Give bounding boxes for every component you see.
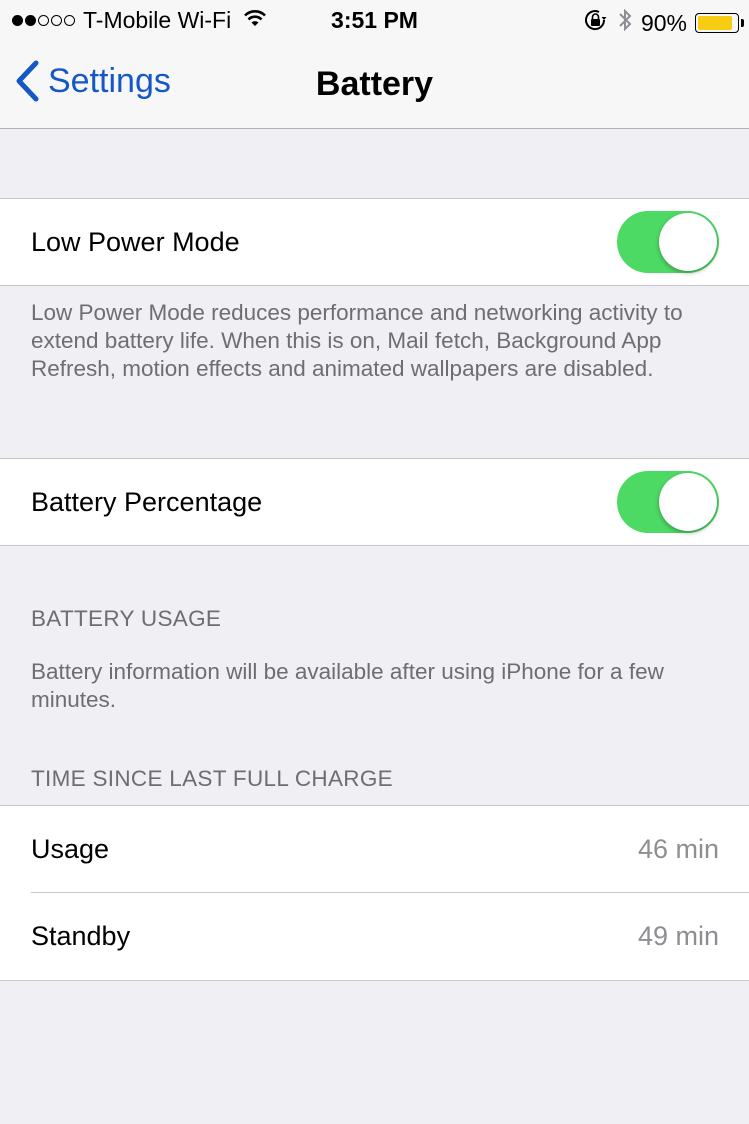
bluetooth-icon: [617, 7, 633, 39]
navigation-bar: Settings Battery: [0, 40, 749, 129]
signal-dot: [64, 15, 75, 26]
signal-dot: [25, 15, 36, 26]
battery-tip: [741, 19, 744, 27]
wifi-icon: [243, 7, 267, 34]
back-button[interactable]: Settings: [14, 60, 171, 102]
usage-value: 46 min: [637, 834, 719, 864]
time-since-charge-group: Usage 46 min Standby 49 min: [0, 805, 749, 981]
chevron-left-icon: [16, 60, 39, 102]
battery-usage-header: BATTERY USAGE: [31, 606, 222, 631]
standby-label: Standby: [31, 921, 131, 951]
battery-percentage-label: Battery Percentage: [31, 486, 263, 517]
battery-percentage-text: 90%: [640, 9, 687, 36]
carrier-name: T-Mobile Wi-Fi: [83, 7, 232, 33]
usage-label: Usage: [31, 834, 110, 864]
cellular-signal-icon: [12, 15, 75, 26]
orientation-lock-icon: [583, 8, 609, 38]
signal-dot: [51, 15, 62, 26]
battery-usage-info: Battery information will be available af…: [31, 659, 664, 712]
battery-percentage-group: Battery Percentage: [0, 458, 749, 546]
standby-row: Standby 49 min: [0, 893, 749, 980]
battery-percentage-toggle[interactable]: [617, 471, 719, 533]
signal-dot: [38, 15, 49, 26]
usage-row: Usage 46 min: [0, 806, 749, 893]
signal-dot: [12, 15, 23, 26]
low-power-mode-toggle[interactable]: [617, 211, 719, 273]
back-button-label: Settings: [48, 61, 171, 100]
low-power-mode-label: Low Power Mode: [31, 226, 240, 257]
low-power-mode-description: Low Power Mode reduces performance and n…: [31, 300, 683, 381]
low-power-group: Low Power Mode: [0, 198, 749, 286]
low-power-mode-row: Low Power Mode: [0, 199, 749, 285]
battery-level-fill: [698, 16, 733, 30]
time-since-charge-header: TIME SINCE LAST FULL CHARGE: [31, 766, 393, 791]
battery-percentage-row: Battery Percentage: [0, 459, 749, 545]
toggle-knob: [659, 213, 717, 271]
standby-value: 49 min: [637, 921, 719, 951]
battery-icon: [695, 13, 744, 33]
status-bar: T-Mobile Wi-Fi 3:51 PM 90%: [0, 0, 749, 40]
toggle-knob: [659, 473, 717, 531]
